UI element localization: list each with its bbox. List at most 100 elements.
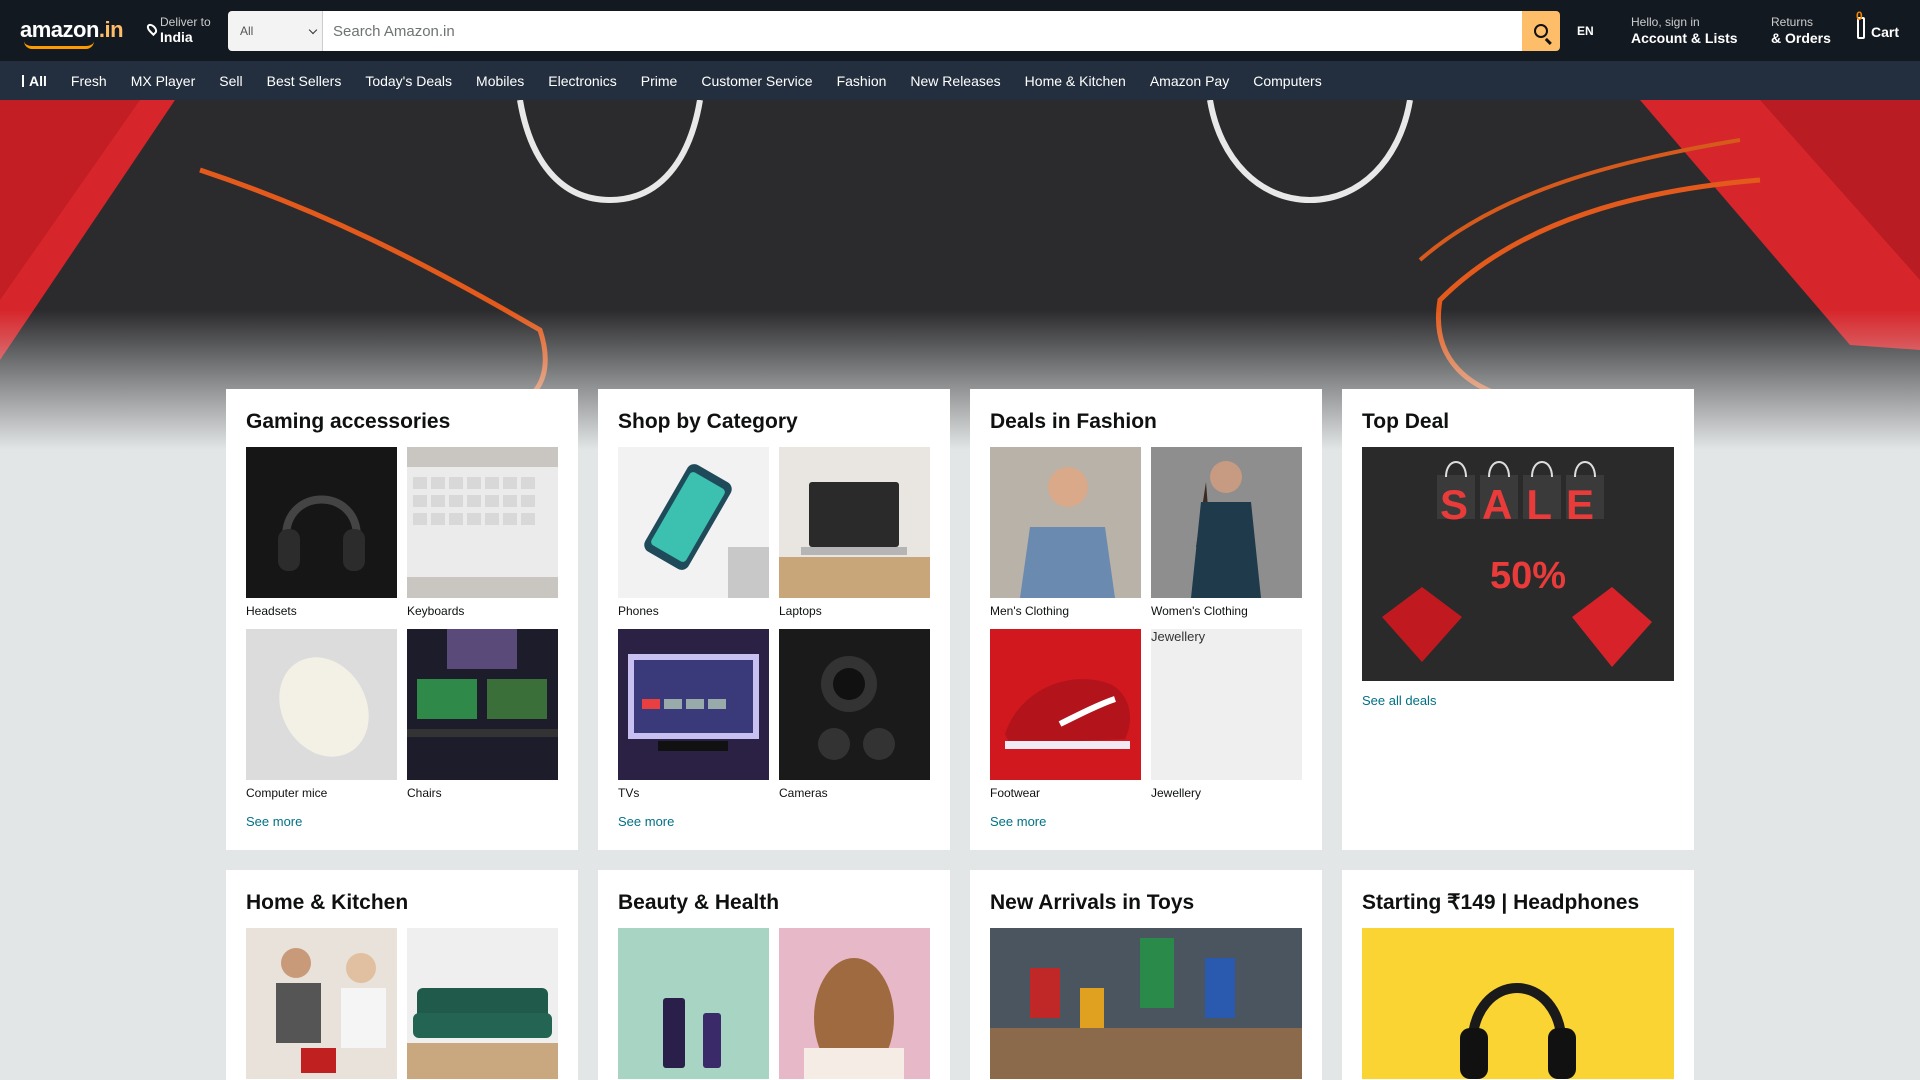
card-title: Shop by Category xyxy=(618,410,798,433)
location-pin-icon xyxy=(144,21,160,37)
card-headphones: Starting ₹149 | Headphones xyxy=(1342,870,1694,1080)
nav-item-mx-player[interactable]: MX Player xyxy=(131,73,196,89)
nav-item-todays-deals[interactable]: Today's Deals xyxy=(365,73,452,89)
tile-caption: Men's Clothing xyxy=(990,604,1069,618)
tile-cameras[interactable]: Cameras xyxy=(779,629,930,800)
tile-caption: Keyboards xyxy=(407,604,465,618)
search-icon xyxy=(1534,24,1548,38)
tile-keyboards[interactable]: Keyboards xyxy=(407,447,558,618)
nav-item-fashion[interactable]: Fashion xyxy=(837,73,887,89)
headsets-image xyxy=(246,447,397,598)
tile-laptops[interactable]: Laptops xyxy=(779,447,930,618)
tile-womens-clothing[interactable]: Women's Clothing xyxy=(1151,447,1302,618)
shoe-icon xyxy=(1005,679,1130,749)
all-menu-button[interactable]: All xyxy=(22,73,47,89)
sofa-icon xyxy=(407,988,558,1079)
nav-item-amazon-pay[interactable]: Amazon Pay xyxy=(1150,73,1229,89)
top-deal-sale-banner[interactable]: SALE 50% xyxy=(1362,447,1674,681)
returns-label: Returns xyxy=(1771,15,1814,29)
keyboards-image xyxy=(407,447,558,598)
card-beauty-health: Beauty & Health xyxy=(598,870,950,1080)
search-category-value: All xyxy=(240,24,254,38)
nav-item-sell[interactable]: Sell xyxy=(219,73,242,89)
nav-item-best-sellers[interactable]: Best Sellers xyxy=(267,73,342,89)
tile-caption: Women's Clothing xyxy=(1151,604,1248,618)
woman-photo-icon xyxy=(1191,461,1261,598)
kitchen-couple-image xyxy=(246,928,397,1079)
nav-item-new-releases[interactable]: New Releases xyxy=(910,73,1000,89)
see-more-link[interactable]: See more xyxy=(618,814,674,829)
headphones-image[interactable] xyxy=(1362,928,1674,1079)
tile-caption: TVs xyxy=(618,786,640,800)
chevron-down-icon xyxy=(308,25,318,35)
tv-icon xyxy=(628,654,759,751)
language-label: EN xyxy=(1577,24,1594,38)
nav-item-fresh[interactable]: Fresh xyxy=(71,73,107,89)
card-title: Top Deal xyxy=(1362,410,1450,433)
account-menu[interactable]: Hello, sign in Account & Lists xyxy=(1631,15,1738,46)
nav-item-prime[interactable]: Prime xyxy=(641,73,678,89)
tile-beauty-2[interactable] xyxy=(779,928,930,1079)
laptops-image xyxy=(779,447,930,598)
tile-mens-clothing[interactable]: Men's Clothing xyxy=(990,447,1141,618)
see-all-deals-link[interactable]: See all deals xyxy=(1362,693,1436,708)
nav-item-home-kitchen[interactable]: Home & Kitchen xyxy=(1025,73,1126,89)
discount-text: 50% xyxy=(1490,555,1567,597)
card-title: New Arrivals in Toys xyxy=(990,891,1195,914)
returns-orders-link[interactable]: Returns & Orders xyxy=(1771,15,1831,46)
headset-icon xyxy=(278,495,365,571)
cart-label: Cart xyxy=(1871,24,1900,40)
tile-home-kitchen-1[interactable] xyxy=(246,928,397,1079)
tile-caption: Headsets xyxy=(246,604,297,618)
logo-smile-icon xyxy=(24,41,94,49)
sale-text: SALE xyxy=(1440,481,1609,528)
language-selector[interactable]: EN xyxy=(1577,24,1594,38)
tile-phones[interactable]: Phones xyxy=(618,447,769,618)
tile-computer-mice[interactable]: Computer mice xyxy=(246,629,397,800)
nav-item-customer-service[interactable]: Customer Service xyxy=(701,73,812,89)
card-title: Home & Kitchen xyxy=(246,891,409,914)
card-home-kitchen: Home & Kitchen xyxy=(226,870,578,1080)
search-bar: All xyxy=(228,11,1560,51)
see-more-link[interactable]: See more xyxy=(990,814,1046,829)
toy-robots-icon xyxy=(990,928,1302,1079)
card-title: Beauty & Health xyxy=(618,891,780,914)
tile-caption: Cameras xyxy=(779,786,828,800)
nav-item-computers[interactable]: Computers xyxy=(1253,73,1321,89)
mouse-icon xyxy=(279,657,369,757)
gaming-setup-icon xyxy=(407,629,558,737)
top-navbar: amazon.in Deliver to India All EN Hello,… xyxy=(0,0,1920,61)
tile-tvs[interactable]: TVs xyxy=(618,629,769,800)
search-button[interactable] xyxy=(1522,11,1560,51)
tile-headsets[interactable]: Headsets xyxy=(246,447,397,618)
tile-home-kitchen-2[interactable] xyxy=(407,928,558,1079)
card-title: Gaming accessories xyxy=(246,410,451,433)
tile-caption: Laptops xyxy=(779,604,822,618)
card-deals-in-fashion: Deals in Fashion Men's Clothing Women's … xyxy=(970,389,1322,850)
computer-mice-image xyxy=(246,629,397,780)
nav-item-electronics[interactable]: Electronics xyxy=(548,73,616,89)
all-menu-label: All xyxy=(29,72,47,89)
nav-item-mobiles[interactable]: Mobiles xyxy=(476,73,524,89)
search-category-select[interactable]: All xyxy=(228,11,323,51)
jewellery-image-broken: Jewellery xyxy=(1151,629,1302,780)
tile-footwear[interactable]: Footwear xyxy=(990,629,1141,800)
amazon-logo[interactable]: amazon.in xyxy=(20,17,124,49)
toys-image[interactable] xyxy=(990,928,1302,1079)
beauty-products-image xyxy=(618,928,769,1079)
card-top-deal: Top Deal SALE 50% See all deals xyxy=(1342,389,1694,850)
tile-beauty-1[interactable] xyxy=(618,928,769,1079)
account-label: Account & Lists xyxy=(1631,30,1738,46)
tile-chairs[interactable]: Chairs xyxy=(407,629,558,800)
sofa-image xyxy=(407,928,558,1079)
account-greeting: Hello, sign in xyxy=(1631,15,1700,29)
tile-jewellery[interactable]: Jewellery Jewellery xyxy=(1151,629,1302,800)
deliver-country: India xyxy=(160,29,193,45)
see-more-link[interactable]: See more xyxy=(246,814,302,829)
headphones-icon xyxy=(1460,983,1576,1079)
mens-clothing-image xyxy=(990,447,1141,598)
card-title: Starting ₹149 | Headphones xyxy=(1362,891,1640,914)
card-shop-by-category: Shop by Category Phones Laptops TVs Came… xyxy=(598,389,950,850)
search-input[interactable] xyxy=(323,11,1522,51)
cart-count: 0 xyxy=(1856,9,1863,23)
